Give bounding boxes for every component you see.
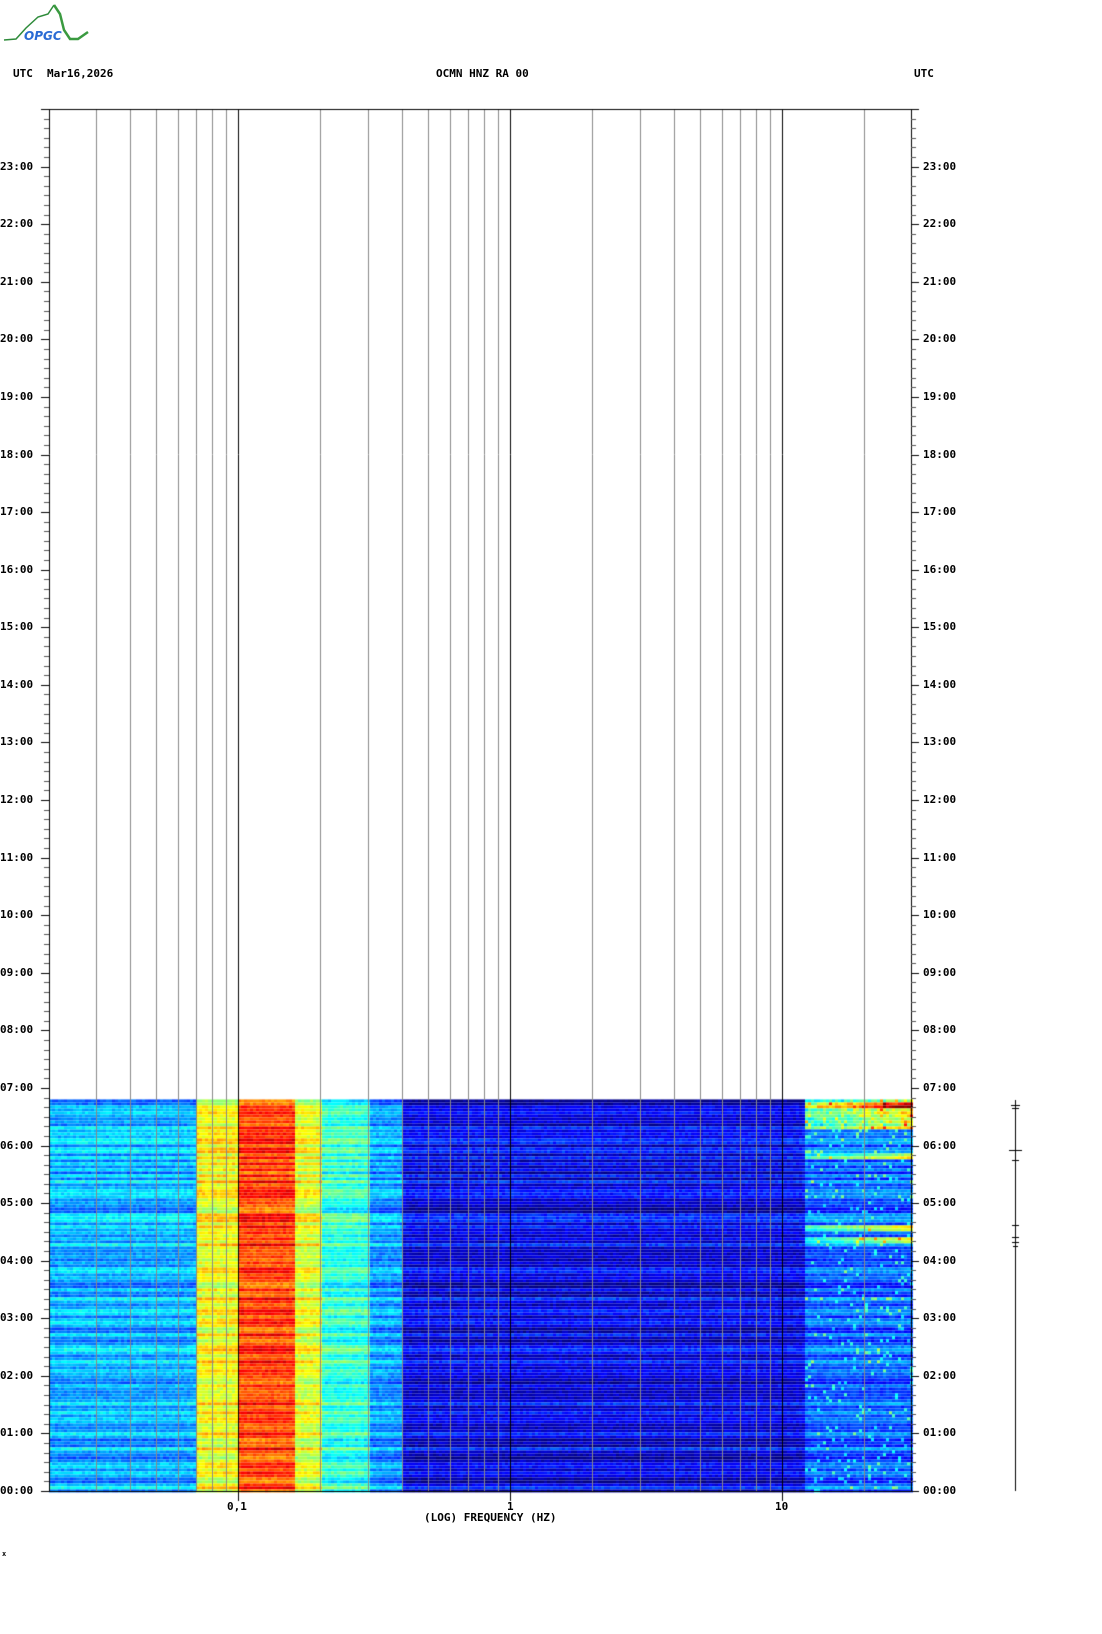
y-tick-label-right: 16:00: [923, 562, 957, 576]
right-timezone-label: UTC: [914, 67, 934, 80]
y-tick-label-right: 12:00: [923, 793, 957, 806]
y-tick-label-right: 06:00: [923, 1138, 957, 1152]
y-tick-label-left: 05:00: [0, 1196, 34, 1210]
x-tick-label: 0,1: [227, 1500, 247, 1513]
y-tick-label-left: 18:00: [0, 447, 34, 461]
y-tick-label-left: 14:00: [0, 677, 34, 691]
y-tick-label-right: 09:00: [923, 965, 957, 979]
y-tick-label-right: 17:00: [923, 505, 957, 519]
y-tick-label-right: 01:00: [923, 1426, 957, 1440]
spectrogram-chart: [0, 0, 1102, 1634]
y-tick-label-right: 20:00: [923, 332, 957, 346]
corner-mark: x: [2, 1550, 7, 1558]
y-tick-label-left: 16:00: [0, 562, 34, 576]
x-axis-title: (LOG) FREQUENCY (HZ): [424, 1511, 557, 1524]
y-tick-label-right: 03:00: [923, 1311, 957, 1325]
y-tick-label-right: 04:00: [923, 1253, 957, 1267]
y-tick-label-left: 07:00: [0, 1080, 34, 1094]
y-tick-label-left: 23:00: [0, 159, 34, 173]
y-tick-label-left: 19:00: [0, 389, 34, 403]
y-tick-label-left: 10:00: [0, 908, 34, 922]
y-tick-label-left: 03:00: [0, 1311, 34, 1325]
left-timezone-label: UTC: [13, 67, 33, 80]
y-tick-label-left: 06:00: [0, 1138, 34, 1152]
y-tick-label-right: 07:00: [923, 1080, 957, 1094]
svg-text:OPGC: OPGC: [24, 29, 62, 42]
y-tick-label-left: 01:00: [0, 1426, 34, 1440]
y-tick-label-left: 11:00: [0, 850, 34, 864]
y-tick-label-right: 00:00: [923, 1484, 957, 1497]
y-tick-label-left: 04:00: [0, 1253, 34, 1267]
y-tick-label-left: 15:00: [0, 620, 34, 634]
y-tick-label-left: 20:00: [0, 332, 34, 346]
y-tick-label-right: 19:00: [923, 389, 957, 403]
y-tick-label-right: 05:00: [923, 1196, 957, 1210]
y-tick-label-right: 23:00: [923, 159, 957, 173]
y-tick-label-left: 12:00: [0, 793, 34, 806]
y-tick-label-left: 08:00: [0, 1023, 34, 1037]
station-title: OCMN HNZ RA 00: [436, 67, 529, 80]
y-tick-label-left: 00:00: [0, 1484, 34, 1497]
y-tick-label-right: 08:00: [923, 1023, 957, 1037]
y-tick-label-right: 15:00: [923, 620, 957, 634]
y-tick-label-left: 17:00: [0, 505, 34, 519]
y-tick-label-left: 13:00: [0, 735, 34, 749]
date-label: Mar16,2026: [47, 67, 114, 80]
y-tick-label-right: 11:00: [923, 850, 957, 864]
y-tick-label-right: 02:00: [923, 1368, 957, 1382]
y-tick-label-left: 02:00: [0, 1368, 34, 1382]
y-tick-label-right: 10:00: [923, 908, 957, 922]
y-tick-label-right: 13:00: [923, 735, 957, 749]
y-tick-label-right: 18:00: [923, 447, 957, 461]
y-tick-label-right: 21:00: [923, 274, 957, 288]
y-tick-label-left: 22:00: [0, 217, 34, 231]
x-tick-label: 10: [775, 1500, 789, 1513]
opgc-logo: OPGC: [2, 2, 92, 43]
y-tick-label-left: 21:00: [0, 274, 34, 288]
y-tick-label-right: 22:00: [923, 217, 957, 231]
y-tick-label-left: 09:00: [0, 965, 34, 979]
y-tick-label-right: 14:00: [923, 677, 957, 691]
